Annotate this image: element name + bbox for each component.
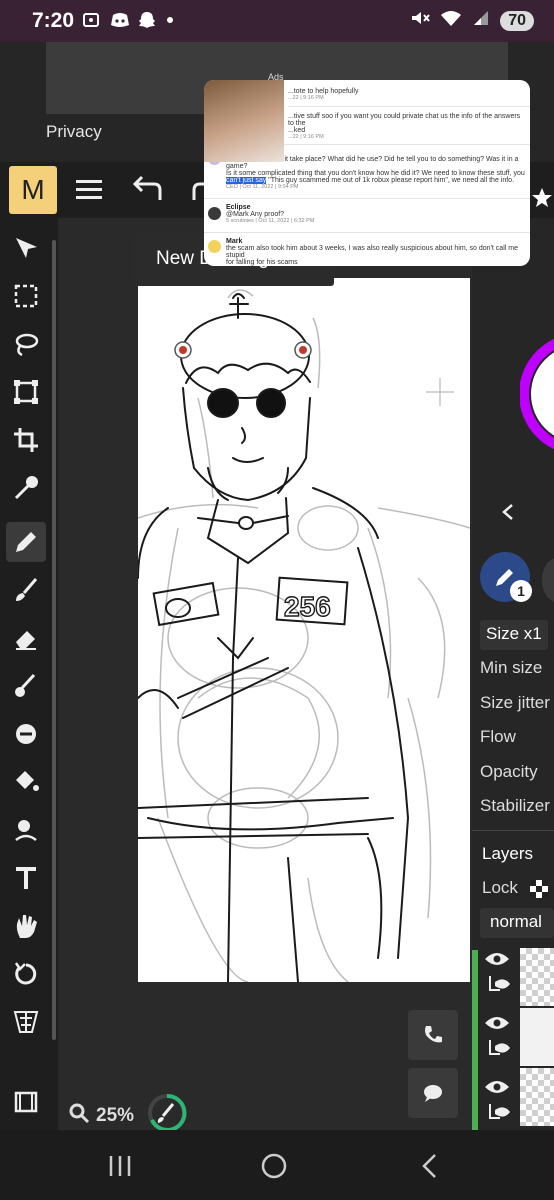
- rect-select-icon[interactable]: [6, 276, 46, 316]
- home-icon[interactable]: [254, 1148, 294, 1184]
- video-thumbnail[interactable]: [204, 80, 284, 162]
- chat-meta: CEO | Oct 11, 2022 | 9:04 PM: [226, 184, 299, 190]
- secondary-brush-button[interactable]: [542, 558, 554, 602]
- chat-top-line: ...tote to help hopefully: [288, 88, 359, 95]
- chat-second-line-b: ...ked: [288, 127, 306, 134]
- character-sketch: 256: [137, 289, 471, 983]
- status-time: 7:20: [32, 9, 75, 32]
- chat-meta: 5 scrutinies | Oct 11, 2022 | 6:32 PM: [226, 218, 315, 224]
- layer-clip-icon[interactable]: [486, 1102, 512, 1127]
- text-tool-icon[interactable]: [6, 858, 46, 898]
- chat-message-text: @Mark Any proof?: [226, 211, 285, 218]
- call-button[interactable]: [408, 1010, 458, 1060]
- smudge-icon[interactable]: [6, 714, 46, 754]
- gallery-icon: [82, 11, 100, 29]
- back-icon[interactable]: [410, 1148, 450, 1184]
- android-nav-bar: [0, 1130, 554, 1200]
- hamburger-menu-icon[interactable]: [72, 174, 108, 211]
- discord-icon: [110, 11, 129, 29]
- layer-thumbnail[interactable]: [520, 948, 554, 1006]
- transform-icon[interactable]: [6, 372, 46, 412]
- lock-label: Lock: [482, 878, 518, 897]
- privacy-link[interactable]: Privacy: [46, 122, 102, 142]
- layer-thumbnail[interactable]: [520, 1008, 554, 1066]
- crop-icon[interactable]: [6, 420, 46, 460]
- mute-icon: [410, 9, 430, 32]
- filmstrip-icon[interactable]: [6, 1082, 46, 1122]
- brush-layer-panel: 1 Size x1 Min size Size jitter Flow Opac…: [472, 218, 554, 1130]
- move-transform-icon[interactable]: [6, 228, 46, 268]
- eyedropper-icon[interactable]: [6, 468, 46, 508]
- avatar: [208, 240, 221, 253]
- flow-slider[interactable]: Flow: [480, 727, 516, 747]
- panel-divider: [472, 830, 554, 831]
- chat-author: Mark: [226, 238, 243, 245]
- brush-icon[interactable]: [6, 570, 46, 610]
- dot-icon: [166, 11, 184, 29]
- size-jitter-slider[interactable]: Size jitter: [480, 693, 550, 713]
- perspective-ruler-icon[interactable]: [6, 1002, 46, 1042]
- chat-second-meta: ...22 | 9:16 PM: [288, 134, 324, 140]
- layer-visibility-eye-icon[interactable]: [484, 1078, 510, 1101]
- undo-icon[interactable]: [130, 174, 166, 211]
- rotate-icon[interactable]: [6, 954, 46, 994]
- zoom-level: 25%: [96, 1105, 135, 1126]
- chat-message-text: for falling for his scams: [226, 259, 298, 266]
- signal-icon: [472, 9, 490, 32]
- collapse-chevron-icon[interactable]: [500, 502, 516, 527]
- chat-author: Eclipse: [226, 204, 251, 211]
- brush-size-label: Size x1: [486, 624, 542, 643]
- select-pen-icon[interactable]: [6, 810, 46, 850]
- layer-visibility-eye-icon[interactable]: [484, 950, 510, 973]
- wifi-icon: [440, 9, 462, 32]
- highlighted-text: can't just say: [226, 177, 267, 184]
- snapchat-icon: [138, 11, 156, 29]
- sketch-number-label: 256: [284, 591, 331, 622]
- lock-alpha-icon[interactable]: [530, 880, 548, 903]
- recent-apps-icon[interactable]: [100, 1148, 140, 1184]
- notification-icons: [82, 11, 184, 29]
- main-menu-button[interactable]: M: [9, 166, 57, 214]
- brush-count-badge: 1: [510, 580, 532, 602]
- chat-second-line: ...tive stuff soo if you want you could …: [288, 113, 521, 127]
- drawing-canvas[interactable]: 256: [137, 278, 471, 983]
- chat-message-text: the scam also took him about 3 weeks, I …: [226, 245, 518, 259]
- opacity-slider[interactable]: Opacity: [480, 762, 538, 782]
- chat-bubble-button[interactable]: [408, 1068, 458, 1118]
- star-icon: [530, 186, 554, 215]
- status-bar: 7:20 70: [0, 0, 554, 42]
- min-size-slider[interactable]: Min size: [480, 658, 542, 678]
- blur-brush-icon[interactable]: [6, 666, 46, 706]
- layer-clip-icon[interactable]: [486, 974, 512, 999]
- hand-icon[interactable]: [6, 906, 46, 946]
- active-layer-bar: [472, 950, 478, 1130]
- color-wheel[interactable]: [519, 294, 554, 499]
- tool-sidebar: [0, 218, 58, 1130]
- chat-message-text: "This guy scammed me out of 1k robux ple…: [268, 177, 515, 184]
- pen-icon[interactable]: [6, 522, 46, 562]
- layer-thumbnail[interactable]: [520, 1068, 554, 1126]
- eraser-icon[interactable]: [6, 618, 46, 658]
- fill-bucket-icon[interactable]: [6, 762, 46, 802]
- stabilizer-slider[interactable]: Stabilizer: [480, 796, 550, 816]
- chat-message-text: Is it some complicated thing that you do…: [226, 170, 525, 177]
- battery-indicator: 70: [500, 10, 534, 31]
- layer-clip-icon[interactable]: [486, 1038, 512, 1063]
- lasso-icon[interactable]: [6, 324, 46, 364]
- avatar: [208, 207, 221, 220]
- blend-mode-value: normal: [490, 912, 542, 931]
- layers-title: Layers: [482, 844, 534, 863]
- chat-top-meta: ...22 | 9:16 PM: [288, 95, 324, 101]
- zoom-magnifier-icon: [68, 1102, 90, 1130]
- tool-scrollbar[interactable]: [52, 240, 56, 1040]
- layer-visibility-eye-icon[interactable]: [484, 1014, 510, 1037]
